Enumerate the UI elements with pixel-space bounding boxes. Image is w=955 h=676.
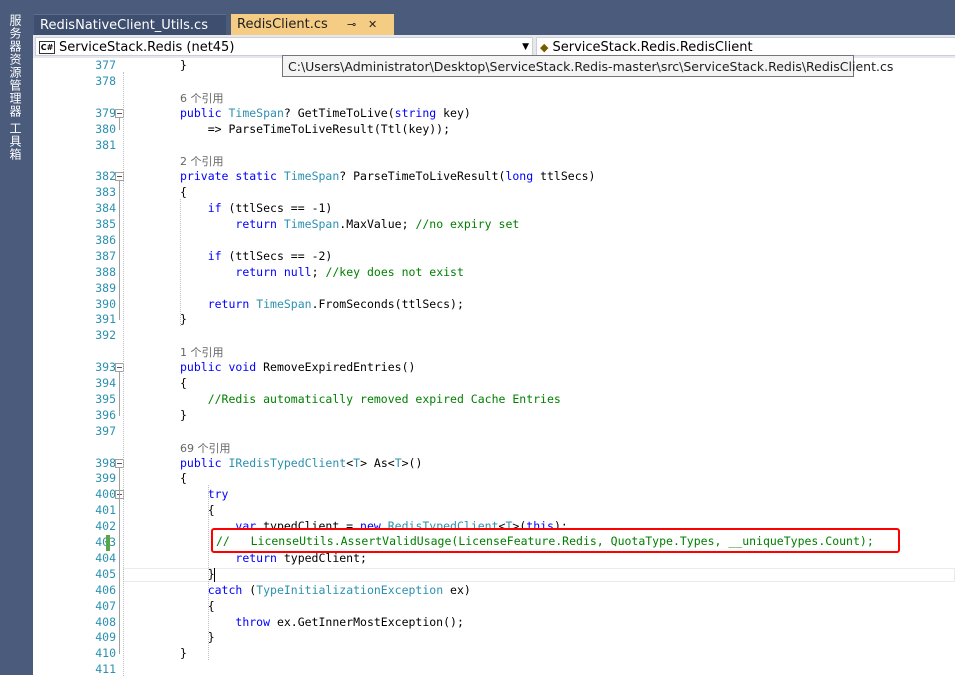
indent-guide [180, 199, 181, 327]
line-number: 386 [95, 232, 116, 247]
code-line: private static TimeSpan? ParseTimeToLive… [180, 169, 596, 184]
reference-count-lens[interactable]: 2 个引用 [180, 153, 224, 169]
line-number: 407 [95, 598, 116, 613]
code-line: try [207, 487, 229, 502]
tab-redisclient[interactable]: RedisClient.cs ⊸ ✕ [231, 14, 394, 35]
line-number: 379 [95, 105, 116, 120]
code-line: { [180, 598, 215, 613]
tab-label: RedisNativeClient_Utils.cs [40, 18, 208, 33]
type-dropdown[interactable]: ◆ ServiceStack.Redis.RedisClient [536, 37, 955, 56]
line-number: 404 [95, 550, 116, 565]
code-line: { [180, 471, 187, 486]
code-line: //Redis automatically removed expired Ca… [207, 391, 561, 406]
type-label: ServiceStack.Redis.RedisClient [552, 40, 753, 55]
line-number: 382 [95, 169, 116, 184]
outline-bracket-line [119, 181, 120, 321]
close-icon[interactable]: ✕ [368, 14, 377, 35]
line-number: 390 [95, 296, 116, 311]
code-line: } [180, 312, 187, 327]
tab-label: RedisClient.cs [237, 17, 328, 32]
line-number: 383 [95, 185, 116, 200]
sidebar-item-toolbox[interactable]: 工具箱 [7, 122, 24, 161]
code-line: { [180, 503, 215, 518]
code-line: if (ttlSecs == -2) [207, 248, 333, 263]
code-line: return null; //key does not exist [235, 264, 464, 279]
line-number: 410 [95, 646, 116, 661]
code-line: } [180, 646, 187, 661]
line-number: 389 [95, 280, 116, 295]
line-number: 397 [95, 423, 116, 438]
code-line: public TimeSpan? GetTimeToLive(string ke… [180, 105, 471, 120]
left-sidebar: 服务器资源管理器 工具箱 [0, 0, 33, 675]
line-number: 405 [95, 566, 116, 581]
code-line: throw ex.GetInnerMostException(); [235, 614, 464, 629]
pin-icon[interactable]: ⊸ [347, 14, 356, 35]
line-number: 392 [95, 328, 116, 343]
code-line: if (ttlSecs == -1) [207, 201, 333, 216]
indent-guide [208, 596, 209, 661]
line-number: 398 [95, 455, 116, 470]
line-number: 396 [95, 407, 116, 422]
line-number: 394 [95, 376, 116, 390]
reference-count-lens[interactable]: 6 个引用 [180, 90, 224, 106]
code-line: } [180, 58, 187, 72]
line-number: 406 [95, 582, 116, 597]
line-number: 381 [95, 137, 116, 152]
line-number: 408 [95, 614, 116, 629]
line-number: 384 [95, 201, 116, 216]
code-line: return TimeSpan.MaxValue; //no expiry se… [235, 217, 520, 231]
code-editor[interactable]: 377} 378 6 个引用 379 public TimeSpan? GetTimeT… [33, 58, 955, 676]
project-label: ServiceStack.Redis (net45) [59, 40, 235, 55]
line-number: 409 [95, 630, 116, 645]
line-number: 391 [95, 312, 116, 327]
current-line-highlight [123, 567, 955, 582]
outline-bracket-line [119, 372, 120, 416]
code-line: } [180, 407, 187, 422]
line-number: 380 [95, 121, 116, 136]
license-check-comment: // LicenseUtils.AssertValidUsage(License… [216, 534, 874, 548]
code-line: } [180, 630, 215, 645]
sidebar-item-server-explorer[interactable]: 服务器资源管理器 [7, 14, 24, 118]
code-line: public IRedisTypedClient<T> As<T>() [180, 455, 423, 470]
code-line: return TimeSpan.FromSeconds(ttlSecs); [207, 296, 464, 311]
outline-bracket-line [119, 499, 120, 575]
line-number: 393 [95, 360, 116, 375]
line-number: 377 [95, 58, 116, 72]
tab-redisnativeclient-utils[interactable]: RedisNativeClient_Utils.cs [34, 14, 226, 35]
code-line: catch (TypeInitializationException ex) [207, 582, 471, 597]
line-number: 399 [95, 471, 116, 486]
code-line: { [180, 185, 187, 200]
reference-count-lens[interactable]: 69 个引用 [180, 440, 231, 456]
project-dropdown[interactable]: C# ServiceStack.Redis (net45) ▼ [35, 37, 533, 56]
line-number: 402 [95, 519, 116, 534]
line-number: 395 [95, 391, 116, 406]
line-number: 388 [95, 264, 116, 279]
document-tab-bar: RedisNativeClient_Utils.cs RedisClient.c… [33, 0, 955, 35]
line-number: 387 [95, 248, 116, 263]
code-line: public void RemoveExpiredEntries() [180, 360, 416, 375]
highlighted-commented-line: // LicenseUtils.AssertValidUsage(License… [211, 528, 900, 553]
indent-guide [123, 72, 124, 676]
code-line: => ParseTimeToLiveResult(Ttl(key)); [180, 121, 451, 136]
csharp-project-icon: C# [39, 41, 55, 54]
reference-count-lens[interactable]: 1 个引用 [180, 344, 224, 360]
file-path-tooltip: C:\Users\Administrator\Desktop\ServiceSt… [282, 55, 893, 77]
changed-line-marker [106, 535, 110, 551]
text-caret [214, 567, 215, 582]
outline-bracket-line [119, 117, 120, 130]
code-line: { [180, 376, 187, 390]
line-number: 385 [95, 217, 116, 231]
line-number: 411 [95, 662, 116, 676]
line-number: 401 [95, 503, 116, 518]
line-number: 400 [95, 487, 116, 502]
line-number: 378 [95, 73, 116, 88]
